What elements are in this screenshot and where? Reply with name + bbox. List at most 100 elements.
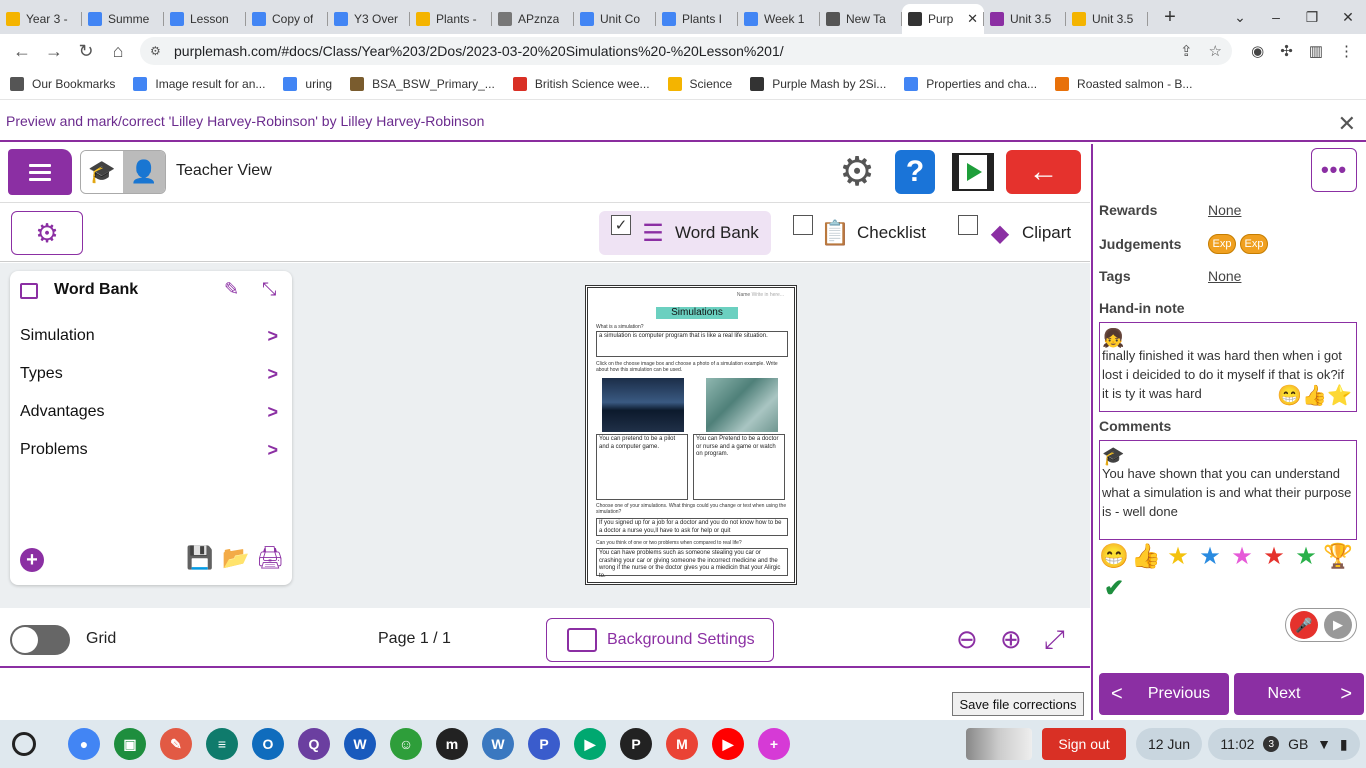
bookmark-item[interactable]: Purple Mash by 2Si... bbox=[750, 76, 886, 91]
keep-app-icon[interactable]: + bbox=[758, 728, 790, 760]
pink-star-sticker-icon[interactable]: ★ bbox=[1227, 542, 1257, 572]
red-star-sticker-icon[interactable]: ★ bbox=[1259, 542, 1289, 572]
classroom-app-icon[interactable]: ▣ bbox=[114, 728, 146, 760]
word-bank-item[interactable]: Advantages > bbox=[10, 393, 292, 431]
surgery-image[interactable] bbox=[706, 378, 778, 432]
save-file-corrections-button[interactable]: Save file corrections bbox=[952, 692, 1084, 716]
word-bank-item[interactable]: Simulation > bbox=[10, 317, 292, 355]
browser-tab[interactable]: APznza bbox=[492, 4, 574, 34]
main-menu-button[interactable] bbox=[8, 149, 72, 195]
rewards-link[interactable]: None bbox=[1208, 202, 1241, 218]
minimize-icon[interactable]: – bbox=[1258, 9, 1294, 25]
browser-tab[interactable]: Copy of bbox=[246, 4, 328, 34]
teacher-cap-icon[interactable]: 🎓 bbox=[81, 151, 123, 193]
browser-tab[interactable]: Week 1 bbox=[738, 4, 820, 34]
home-icon[interactable]: ⌂ bbox=[102, 41, 134, 62]
address-bar[interactable]: ⚙ purplemash.com/#docs/Class/Year%203/2D… bbox=[140, 37, 1232, 65]
bookmark-star-icon[interactable]: ☆ bbox=[1209, 42, 1222, 60]
reload-icon[interactable]: ↻ bbox=[70, 41, 102, 62]
close-window-icon[interactable]: ✕ bbox=[1330, 9, 1366, 26]
bookmark-item[interactable]: British Science wee... bbox=[512, 76, 650, 91]
answer-1[interactable]: a simulation is computer program that is… bbox=[596, 331, 788, 357]
close-tab-icon[interactable]: ✕ bbox=[967, 11, 978, 27]
thumbs-up-sticker-icon[interactable]: 👍 bbox=[1131, 542, 1161, 572]
zoom-out-icon[interactable]: ⊖ bbox=[956, 624, 978, 655]
edit-settings-button[interactable]: ⚙ bbox=[11, 211, 83, 255]
zoom-in-icon[interactable]: ⊕ bbox=[1000, 624, 1022, 655]
launcher-icon[interactable] bbox=[12, 732, 36, 756]
extensions-puzzle-icon[interactable]: ✣ bbox=[1280, 42, 1293, 60]
paint-app-icon[interactable]: ✎ bbox=[160, 728, 192, 760]
previous-button[interactable]: < Previous bbox=[1099, 673, 1229, 715]
answer-box-2[interactable]: You can Pretend to be a doctor or nurse … bbox=[693, 434, 785, 500]
tray-thumbnail[interactable] bbox=[966, 728, 1032, 760]
clipart-checkbox[interactable] bbox=[958, 215, 978, 235]
settings-gear-icon[interactable]: ⚙ bbox=[834, 150, 880, 194]
browser-tab[interactable]: Plants I bbox=[656, 4, 738, 34]
open-folder-icon[interactable]: 📂 bbox=[222, 545, 249, 571]
bookmark-item[interactable]: BSA_BSW_Primary_... bbox=[350, 76, 495, 91]
word-bank-checkbox[interactable]: ✓ bbox=[611, 215, 631, 235]
word-bank-toggle[interactable]: ✓ ☰ Word Bank bbox=[599, 211, 771, 255]
view-toggle[interactable]: 🎓 👤 bbox=[80, 150, 166, 194]
grin-sticker-icon[interactable]: 😁 bbox=[1099, 542, 1129, 572]
add-word-icon[interactable]: + bbox=[20, 548, 44, 572]
pixel-app-icon[interactable]: P bbox=[620, 728, 652, 760]
share-icon[interactable]: ⇪ bbox=[1180, 42, 1193, 60]
chrome-app-icon[interactable]: ● bbox=[68, 728, 100, 760]
p-app-app-icon[interactable]: P bbox=[528, 728, 560, 760]
browser-tab[interactable]: New Ta bbox=[820, 4, 902, 34]
date-display[interactable]: 12 Jun bbox=[1136, 728, 1202, 760]
tags-link[interactable]: None bbox=[1208, 268, 1241, 284]
sign-out-button[interactable]: Sign out bbox=[1042, 728, 1126, 760]
browser-menu-icon[interactable]: ⋮ bbox=[1339, 42, 1354, 60]
microphone-icon[interactable]: 🎤 bbox=[1290, 611, 1318, 639]
video-guide-icon[interactable] bbox=[950, 150, 996, 194]
checklist-checkbox[interactable] bbox=[793, 215, 813, 235]
trophy-sticker-icon[interactable]: 🏆 bbox=[1323, 542, 1353, 572]
word-bank-item[interactable]: Problems > bbox=[10, 431, 292, 469]
pencil-edit-icon[interactable]: ✎ bbox=[224, 279, 239, 300]
more-options-button[interactable]: ••• bbox=[1311, 148, 1357, 192]
student-person-icon[interactable]: 👤 bbox=[123, 151, 165, 193]
back-icon[interactable]: ← bbox=[6, 41, 38, 62]
forms-app-icon[interactable]: ≡ bbox=[206, 728, 238, 760]
answer-box-1[interactable]: You can pretend to be a pilot and a comp… bbox=[596, 434, 688, 500]
printer-icon[interactable]: 🖨 bbox=[256, 545, 284, 571]
word-bank-item[interactable]: Types > bbox=[10, 355, 292, 393]
extension-globe-icon[interactable]: ◉ bbox=[1251, 42, 1264, 60]
tab-search-icon[interactable]: ⌄ bbox=[1222, 9, 1258, 26]
mash-app-icon[interactable]: m bbox=[436, 728, 468, 760]
game-app-icon[interactable]: ☺ bbox=[390, 728, 422, 760]
gmail-app-icon[interactable]: M bbox=[666, 728, 698, 760]
clipart-toggle[interactable]: ◆ Clipart bbox=[946, 211, 1083, 255]
new-tab-button[interactable]: + bbox=[1156, 3, 1184, 31]
play-icon[interactable]: ▶ bbox=[1324, 611, 1352, 639]
fullscreen-icon[interactable]: ⤢ bbox=[1044, 624, 1065, 656]
outlook-app-icon[interactable]: O bbox=[252, 728, 284, 760]
background-settings-button[interactable]: Background Settings bbox=[546, 618, 774, 662]
browser-tab[interactable]: Purp ✕ bbox=[902, 4, 984, 34]
play-app-icon[interactable]: ▶ bbox=[574, 728, 606, 760]
youtube-app-icon[interactable]: ▶ bbox=[712, 728, 744, 760]
gold-star-sticker-icon[interactable]: ★ bbox=[1163, 542, 1193, 572]
answer-3[interactable]: If you signed up for a job for a doctor … bbox=[596, 518, 788, 536]
judgement-badge[interactable]: Exp bbox=[1208, 234, 1236, 254]
browser-tab[interactable]: Y3 Over bbox=[328, 4, 410, 34]
bookmark-item[interactable]: Our Bookmarks bbox=[10, 76, 115, 91]
browser-tab[interactable]: Plants - bbox=[410, 4, 492, 34]
name-field[interactable]: Name Write in here... bbox=[737, 292, 784, 298]
browser-tab[interactable]: Unit 3.5 bbox=[984, 4, 1066, 34]
flight-simulator-image[interactable] bbox=[602, 378, 684, 432]
exit-arrow-button[interactable]: ← bbox=[1006, 150, 1081, 194]
status-tray[interactable]: 11:02 3 GB ▼ ▮ bbox=[1208, 728, 1360, 760]
judgement-badge[interactable]: Exp bbox=[1240, 234, 1268, 254]
save-disk-icon[interactable]: 💾 bbox=[186, 545, 213, 571]
browser-tab[interactable]: Year 3 - bbox=[0, 4, 82, 34]
browser-tab[interactable]: Unit Co bbox=[574, 4, 656, 34]
browser-tab[interactable]: Unit 3.5 bbox=[1066, 4, 1148, 34]
wordpress-app-icon[interactable]: W bbox=[482, 728, 514, 760]
bookmark-item[interactable]: Properties and cha... bbox=[904, 76, 1037, 91]
collapse-arrows-icon[interactable]: ⤡ bbox=[262, 279, 276, 300]
bookmark-item[interactable]: Roasted salmon - B... bbox=[1055, 76, 1192, 91]
